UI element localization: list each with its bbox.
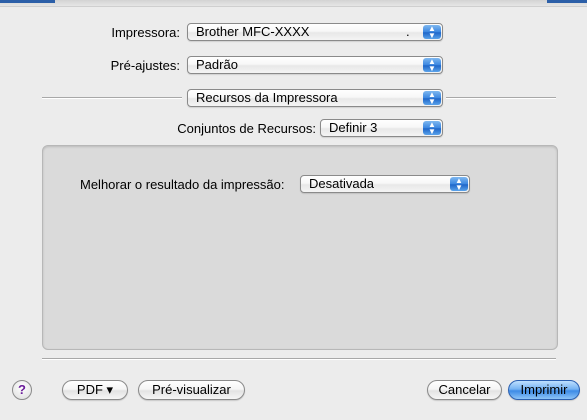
pdf-button[interactable]: PDF ▾ bbox=[62, 380, 128, 400]
improve-print-popup[interactable]: Desativada ▲ ▼ bbox=[300, 175, 470, 193]
up-down-arrows-icon: ▲ ▼ bbox=[423, 91, 441, 106]
presets-popup[interactable]: Padrão ▲ ▼ bbox=[187, 56, 443, 74]
up-down-arrows-icon: ▲ ▼ bbox=[423, 58, 441, 73]
print-dialog: Impressora: Brother MFC-XXXX . ▲ ▼ Pré-aj… bbox=[0, 0, 587, 420]
window-top-bar bbox=[0, 0, 587, 7]
print-button[interactable]: Imprimir bbox=[508, 380, 580, 400]
feature-sets-popup[interactable]: Definir 3 ▲ ▼ bbox=[320, 119, 443, 137]
printer-ellipsis: . bbox=[406, 24, 410, 39]
up-down-arrows-icon: ▲ ▼ bbox=[423, 121, 441, 136]
title-bar-accent-right bbox=[547, 0, 587, 3]
help-button[interactable]: ? bbox=[12, 380, 32, 400]
bottom-separator bbox=[42, 358, 556, 360]
separator-left bbox=[42, 97, 182, 99]
section-popup[interactable]: Recursos da Impressora ▲ ▼ bbox=[187, 89, 443, 107]
presets-value: Padrão bbox=[196, 57, 238, 72]
cancel-button[interactable]: Cancelar bbox=[427, 380, 502, 400]
settings-group-box: Melhorar o resultado da impressão: Desat… bbox=[42, 145, 558, 350]
printer-popup[interactable]: Brother MFC-XXXX . ▲ ▼ bbox=[187, 23, 443, 41]
feature-sets-value: Definir 3 bbox=[329, 120, 378, 135]
up-down-arrows-icon: ▲ ▼ bbox=[450, 177, 468, 192]
printer-label: Impressora: bbox=[111, 25, 180, 40]
title-bar-accent-left bbox=[0, 0, 55, 3]
up-down-arrows-icon: ▲ ▼ bbox=[423, 25, 441, 40]
printer-value: Brother MFC-XXXX bbox=[196, 24, 310, 39]
improve-print-label: Melhorar o resultado da impressão: bbox=[80, 177, 285, 192]
presets-label: Pré-ajustes: bbox=[110, 58, 180, 73]
section-value: Recursos da Impressora bbox=[196, 90, 338, 105]
preview-button[interactable]: Pré-visualizar bbox=[138, 380, 245, 400]
improve-print-value: Desativada bbox=[309, 176, 375, 191]
separator-right bbox=[446, 97, 556, 99]
feature-sets-label: Conjuntos de Recursos: bbox=[177, 121, 316, 136]
